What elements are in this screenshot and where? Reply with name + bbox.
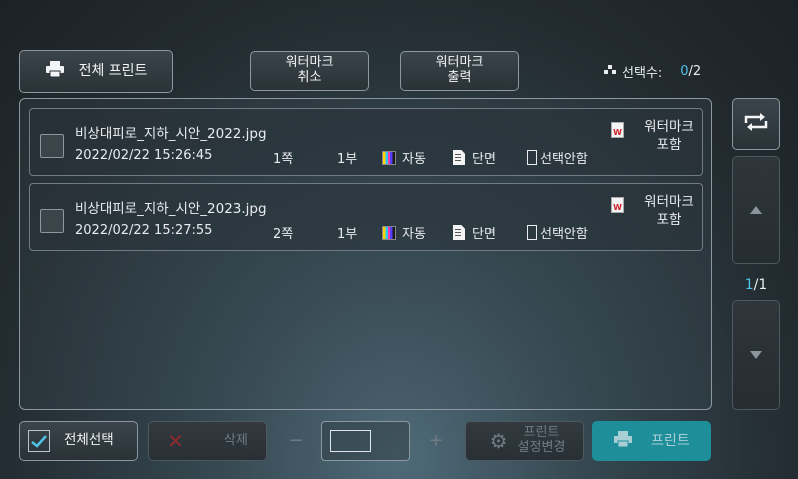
print-button[interactable]: 프린트 (592, 421, 711, 461)
minus-label: − (288, 429, 304, 451)
print-label: 프린트 (651, 432, 690, 449)
file-color-mode: 자동 (382, 223, 426, 242)
file-copies: 1부 (337, 152, 358, 167)
page-indicator: 1/1 (744, 277, 768, 293)
file-row[interactable]: 비상대피로_지하_시안_2023.jpg 2022/02/22 15:27:55… (29, 183, 703, 251)
file-datetime: 2022/02/22 15:27:55 (75, 223, 213, 238)
scroll-down-button[interactable] (732, 300, 780, 410)
staple-icon (527, 150, 537, 165)
printer-icon (45, 60, 65, 82)
file-staple: 선택안함 (527, 148, 588, 167)
staple-icon (527, 225, 537, 240)
refresh-cycle-icon (741, 111, 771, 138)
selection-count: 선택수: 0/2 (604, 62, 701, 81)
file-row[interactable]: 비상대피로_지하_시안_2022.jpg 2022/02/22 15:26:45… (29, 108, 703, 176)
selection-label: 선택수: (622, 66, 663, 81)
increase-button[interactable]: + (416, 421, 456, 461)
single-side-icon (453, 150, 465, 165)
single-side-icon (453, 225, 465, 240)
sort-icon (604, 64, 616, 79)
selection-total: /2 (688, 64, 702, 79)
file-name: 비상대피로_지하_시안_2023.jpg (75, 201, 267, 217)
file-list: 비상대피로_지하_시안_2022.jpg 2022/02/22 15:26:45… (19, 98, 712, 410)
watermark-cancel-label-2: 취소 (297, 70, 322, 85)
select-all-button[interactable]: 전체선택 (19, 421, 138, 461)
print-settings-button[interactable]: ⚙ 프린트 설정변경 (465, 421, 584, 461)
file-name: 비상대피로_지하_시안_2022.jpg (75, 126, 267, 142)
scroll-up-button[interactable] (732, 156, 780, 264)
arrow-down-icon (750, 351, 762, 359)
file-sides: 단면 (453, 223, 496, 242)
file-datetime: 2022/02/22 15:26:45 (75, 148, 213, 163)
watermark-print-label-1: 워터마크 (435, 55, 484, 71)
delete-label: 삭제 (223, 432, 248, 448)
select-all-label: 전체선택 (64, 432, 114, 449)
refresh-button[interactable] (732, 98, 780, 150)
x-icon: ✕ (167, 428, 184, 453)
quantity-field[interactable] (321, 421, 410, 461)
plus-label: + (428, 429, 444, 451)
arrow-up-icon (750, 206, 762, 214)
file-checkbox[interactable] (40, 134, 64, 158)
settings-label-1: 프린트 (523, 425, 560, 441)
color-icon (382, 225, 396, 240)
file-color-mode: 자동 (382, 148, 426, 167)
watermark-cancel-label-1: 워터마크 (285, 55, 334, 71)
watermark-doc-icon: W (611, 122, 624, 138)
quantity-input[interactable] (330, 430, 371, 452)
settings-label-2: 설정변경 (517, 440, 566, 455)
file-pages: 1쪽 (273, 152, 294, 167)
watermark-doc-icon: W (611, 197, 624, 213)
file-checkbox[interactable] (40, 209, 64, 233)
file-sides: 단면 (453, 148, 496, 167)
file-staple: 선택안함 (527, 223, 588, 242)
watermark-cancel-button[interactable]: 워터마크 취소 (250, 51, 369, 91)
check-icon (28, 430, 50, 452)
printer-icon (613, 430, 633, 452)
print-all-label: 전체 프린트 (78, 63, 148, 80)
delete-button[interactable]: ✕ 삭제 (148, 421, 267, 461)
gear-icon: ⚙ (489, 428, 508, 453)
watermark-print-button[interactable]: 워터마크 출력 (400, 51, 519, 91)
file-pages: 2쪽 (273, 227, 294, 242)
selection-count-value: 0 (680, 64, 689, 79)
color-icon (382, 150, 396, 165)
watermark-print-label-2: 출력 (447, 70, 472, 85)
file-copies: 1부 (337, 227, 358, 242)
decrease-button[interactable]: − (276, 421, 316, 461)
print-all-button[interactable]: 전체 프린트 (19, 50, 173, 93)
